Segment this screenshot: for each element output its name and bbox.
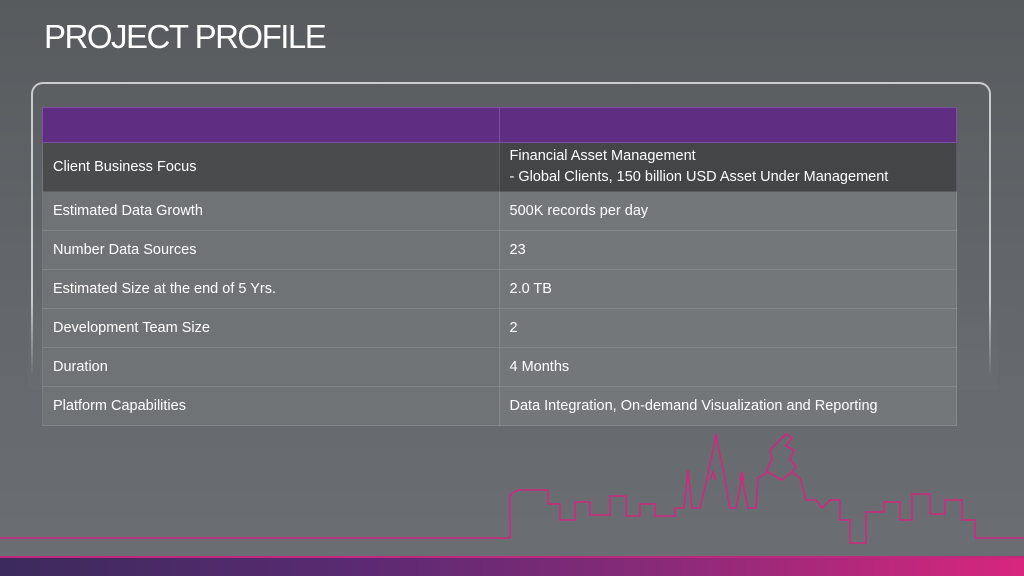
slide-title: PROJECT PROFILE <box>44 18 327 55</box>
row-value: 2 <box>498 308 957 348</box>
table-row: Development Team Size 2 <box>42 308 957 348</box>
row-value-line: - Global Clients, 150 billion USD Asset … <box>509 169 889 185</box>
table-row: Estimated Size at the end of 5 Yrs. 2.0 … <box>42 269 957 309</box>
table-row: Client Business Focus Financial Asset Ma… <box>42 142 957 192</box>
row-value: 23 <box>498 230 957 270</box>
project-profile-table: Client Business Focus Financial Asset Ma… <box>42 107 957 426</box>
row-label: Client Business Focus <box>42 142 500 192</box>
table-row: Number Data Sources 23 <box>42 230 957 270</box>
bottom-gradient-bar <box>0 558 1024 576</box>
row-label: Development Team Size <box>42 308 500 348</box>
city-skyline-outline-icon <box>0 432 1024 544</box>
row-value: Financial Asset Management - Global Clie… <box>498 142 957 192</box>
row-value: 500K records per day <box>498 191 957 231</box>
table-header-cell <box>498 107 957 143</box>
row-label: Duration <box>42 347 500 387</box>
row-label: Number Data Sources <box>42 230 500 270</box>
table-header-row <box>42 107 957 143</box>
row-label: Estimated Data Growth <box>42 191 500 231</box>
row-value-line: Financial Asset Management <box>509 148 696 164</box>
row-value: 4 Months <box>498 347 957 387</box>
table-header-cell <box>42 107 500 143</box>
row-value: 2.0 TB <box>498 269 957 309</box>
table-row: Estimated Data Growth 500K records per d… <box>42 191 957 231</box>
row-label: Estimated Size at the end of 5 Yrs. <box>42 269 500 309</box>
table-row: Duration 4 Months <box>42 347 957 387</box>
